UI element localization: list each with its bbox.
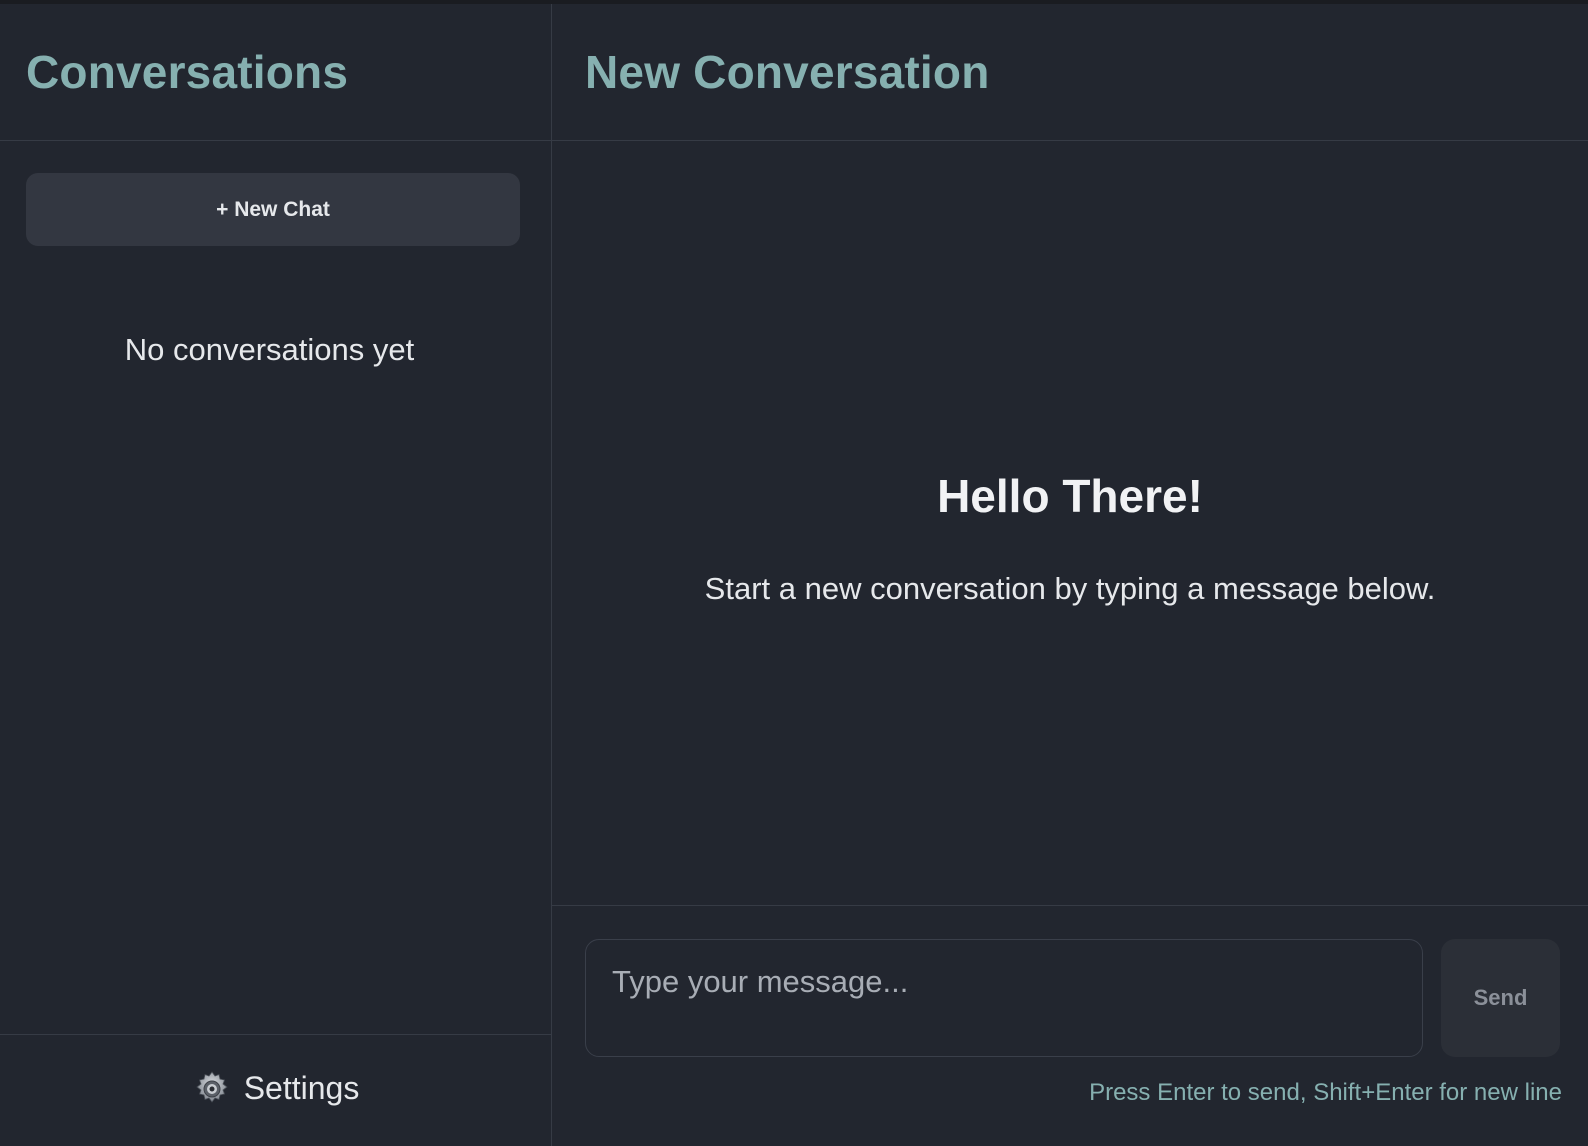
send-button[interactable]: Send <box>1441 939 1560 1057</box>
empty-conversations-text: No conversations yet <box>124 332 415 367</box>
message-input[interactable] <box>585 939 1423 1057</box>
sidebar-footer: Settings <box>0 1034 551 1146</box>
welcome-title: Hello There! <box>937 470 1203 522</box>
chat-app: Conversations + New Chat No conversation… <box>0 4 1588 1146</box>
message-composer: Send Press Enter to send, Shift+Enter fo… <box>552 906 1588 1146</box>
main-panel: New Conversation Hello There! Start a ne… <box>552 4 1588 1146</box>
sidebar: Conversations + New Chat No conversation… <box>0 4 552 1146</box>
gear-icon <box>192 1069 232 1109</box>
sidebar-header: Conversations <box>0 4 551 141</box>
settings-button[interactable]: Settings <box>192 1069 360 1109</box>
chat-area: Hello There! Start a new conversation by… <box>552 141 1588 906</box>
conversation-list: + New Chat No conversations yet <box>0 141 551 1034</box>
new-chat-button[interactable]: + New Chat <box>26 173 520 246</box>
composer-row: Send <box>585 939 1562 1057</box>
sidebar-title: Conversations <box>26 46 349 98</box>
keyboard-hint: Press Enter to send, Shift+Enter for new… <box>1089 1079 1562 1106</box>
main-header: New Conversation <box>552 4 1588 141</box>
welcome-subtitle: Start a new conversation by typing a mes… <box>704 571 1436 606</box>
conversation-title: New Conversation <box>585 46 990 98</box>
settings-label: Settings <box>243 1070 360 1106</box>
